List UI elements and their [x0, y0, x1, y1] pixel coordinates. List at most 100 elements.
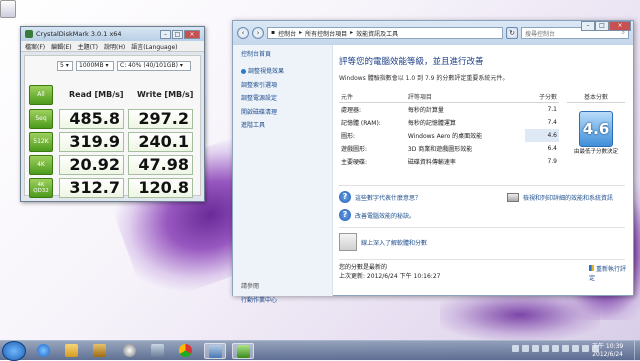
base-score-badge: 4.6 [579, 111, 613, 147]
learn-more-link[interactable]: 線上深入了解軟體和分數 [361, 238, 427, 247]
size-select[interactable]: 1000MB ▾ [76, 61, 114, 71]
menu-edit[interactable]: 編輯(E) [51, 42, 71, 51]
drive-select[interactable]: C: 40% (40/101GB) ▾ [117, 61, 191, 71]
4k-qd32-button[interactable]: 4K QD32 [29, 178, 53, 198]
sidebar-item-label: 調整電源設定 [241, 95, 278, 102]
512k-read-value: 319.9 [59, 132, 124, 152]
start-button[interactable] [2, 341, 26, 361]
breadcrumb-all-items[interactable]: 所有控制台項目 [305, 29, 347, 38]
all-button[interactable]: All [29, 85, 53, 105]
seq-write-value: 297.2 [128, 109, 193, 129]
sidebar-item-indexing[interactable]: 調整索引選項 [241, 80, 324, 89]
sidebar-item-label: 調整視覺效果 [248, 68, 285, 75]
divider [339, 259, 625, 260]
control-panel-icon [208, 345, 222, 358]
maximize-button[interactable]: □ [172, 29, 183, 39]
menu-language[interactable]: 語言(Language) [131, 42, 177, 51]
chrome-icon [178, 344, 192, 357]
sidebar-home-link[interactable]: 控制台首頁 [241, 49, 324, 58]
help-link-row[interactable]: ? 這些數字代表什麼意思？ [339, 191, 421, 203]
forward-button[interactable]: › [252, 27, 264, 39]
drive-value: C: 40% (40/101GB) [120, 62, 178, 69]
crystaldiskmark-window: CrystalDiskMark 3.0.1 x64 – □ × 檔案(F) 編輯… [20, 26, 205, 202]
taskbar-chrome[interactable] [174, 343, 196, 359]
folder-icon [64, 344, 78, 357]
table-row: 圖形: Windows Aero 的桌面效能 4.6 [339, 129, 559, 142]
see-also-label: 請參閱 [241, 283, 260, 290]
rating-item: 每秒的計算量 [407, 107, 444, 114]
show-desktop-button[interactable] [634, 341, 640, 361]
recycle-bin-glyph [0, 0, 16, 18]
taskbar-app[interactable] [146, 343, 168, 359]
breadcrumb-perf-tools[interactable]: 效能資訊及工具 [356, 29, 398, 38]
result-row: 4K QD32 312.7 120.8 [29, 178, 205, 198]
minimize-button[interactable]: – [160, 29, 171, 39]
maximize-button[interactable]: □ [595, 21, 609, 31]
4k-qd32-write-value: 120.8 [128, 178, 193, 198]
clock[interactable]: 下午 10:39 2012/6/24 [592, 343, 623, 359]
col-subscore: 子分數 [525, 91, 559, 103]
table-row: 處理器: 每秒的計算量 7.1 [339, 103, 559, 117]
tray-icon[interactable] [532, 345, 539, 352]
menu-help[interactable]: 說明(H) [104, 42, 125, 51]
taskbar-media[interactable] [88, 343, 110, 359]
cdm-titlebar[interactable]: CrystalDiskMark 3.0.1 x64 – □ × [21, 27, 204, 41]
minimize-button[interactable]: – [581, 21, 595, 31]
component-name: 圖形: [341, 133, 356, 140]
refresh-icon[interactable]: ↻ [506, 27, 518, 39]
recycle-bin-icon[interactable] [0, 0, 22, 18]
sidebar: 控制台首頁 調整視覺效果 調整索引選項 調整電源設定 開啟磁碟清理 進階工具 請… [233, 45, 333, 304]
tray-icon[interactable] [522, 345, 529, 352]
volume-icon[interactable] [562, 345, 569, 352]
taskbar-control-panel[interactable] [204, 343, 226, 359]
runs-select[interactable]: 5 ▾ [57, 61, 73, 71]
tray-icon[interactable] [582, 345, 589, 352]
result-row: Seq 485.8 297.2 [29, 109, 205, 129]
write-header: Write [MB/s] [137, 90, 194, 99]
what-mean-link[interactable]: 這些數字代表什麼意思？ [355, 193, 421, 202]
runs-value: 5 [60, 62, 64, 69]
breadcrumb-control-panel[interactable]: 控制台 [278, 29, 296, 38]
base-score-panel: 基本分數 4.6 由最低子分數決定 [567, 91, 625, 156]
help-icon: ? [339, 191, 351, 203]
rerun-assessment-button[interactable]: 重新執行評定 [589, 264, 629, 282]
last-updated: 上次更新: 2012/6/24 下午 10:16:27 [339, 273, 441, 280]
action-center-link[interactable]: 行動作業中心 [241, 295, 277, 304]
4k-button[interactable]: 4K [29, 155, 53, 175]
improve-tips-link[interactable]: 改善電腦效能的秘訣。 [355, 211, 415, 220]
taskbar-crystaldiskmark[interactable] [232, 343, 254, 359]
media-icon [92, 344, 106, 357]
table-row: 主要硬碟: 磁碟資料傳輸速率 7.9 [339, 155, 559, 168]
sidebar-item-advanced-tools[interactable]: 進階工具 [241, 120, 324, 129]
sidebar-item-power[interactable]: 調整電源設定 [241, 93, 324, 102]
tray-icon[interactable] [512, 345, 519, 352]
component-name: 主要硬碟: [341, 159, 368, 166]
close-button[interactable]: × [184, 29, 200, 39]
taskbar-ie[interactable] [32, 343, 54, 359]
menu-file[interactable]: 檔案(F) [25, 42, 45, 51]
sidebar-item-label: 開啟磁碟清理 [241, 108, 278, 116]
search-placeholder: 搜尋控制台 [525, 31, 556, 38]
close-button[interactable]: × [609, 21, 631, 31]
back-button[interactable]: ‹ [237, 27, 249, 39]
rating-item: 3D 商業和遊戲圖形效能 [407, 146, 473, 153]
taskbar-explorer[interactable] [60, 343, 82, 359]
seq-button[interactable]: Seq [29, 109, 53, 129]
wallpaper-splash [440, 290, 600, 340]
sidebar-item-visual-effects[interactable]: 調整視覺效果 [241, 66, 324, 75]
print-details-link[interactable]: 檢視和列印詳細的效能和系統資訊 [523, 193, 613, 202]
clock-time: 下午 10:39 [592, 343, 624, 350]
tray-icon[interactable] [542, 345, 549, 352]
network-icon[interactable] [552, 345, 559, 352]
address-bar[interactable]: ▪ 控制台 ▸ 所有控制台項目 ▸ 效能資訊及工具 [267, 27, 503, 39]
512k-button[interactable]: 512K [29, 132, 53, 152]
menu-theme[interactable]: 主題(T) [78, 42, 98, 51]
taskbar-app[interactable] [118, 343, 140, 359]
tips-link-row[interactable]: ? 改善電腦效能的秘訣。 [339, 209, 415, 221]
print-link-row[interactable]: 檢視和列印詳細的效能和系統資訊 [507, 193, 613, 202]
learn-more-row[interactable]: 線上深入了解軟體和分數 [339, 233, 427, 251]
cdm-menubar: 檔案(F) 編輯(E) 主題(T) 說明(H) 語言(Language) [21, 41, 204, 52]
tray-icon[interactable] [572, 345, 579, 352]
sidebar-item-disk-cleanup[interactable]: 開啟磁碟清理 [241, 107, 324, 116]
result-row: 4K 20.92 47.98 [29, 155, 205, 175]
